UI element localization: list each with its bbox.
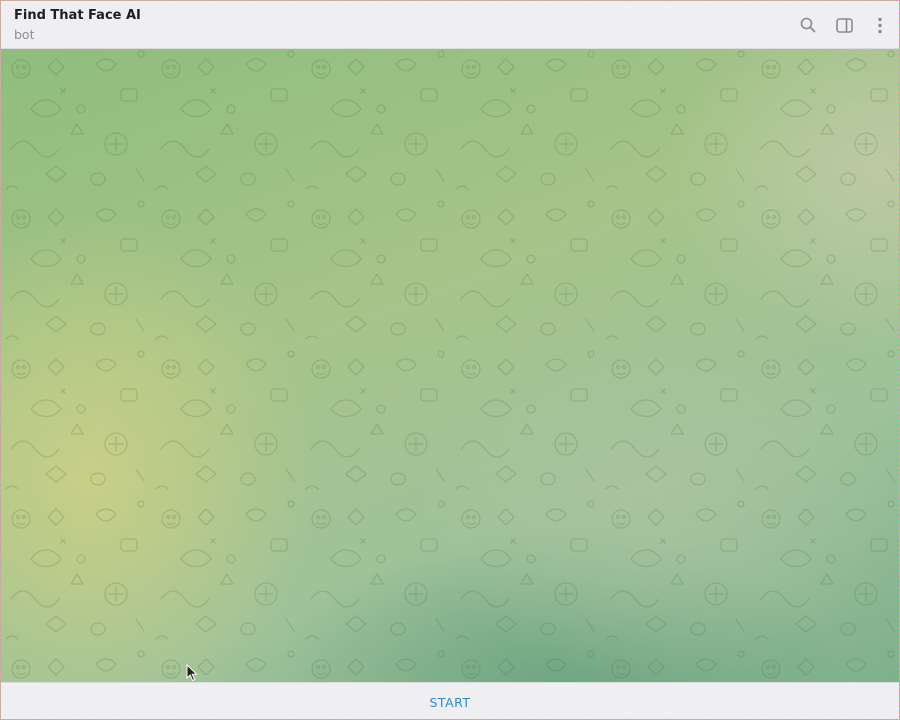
- chat-title[interactable]: Find That Face AI: [14, 8, 141, 23]
- telegram-window: Find That Face AI bot START: [0, 0, 900, 720]
- chat-subtitle: bot: [14, 27, 35, 42]
- more-options-icon[interactable]: [871, 13, 889, 37]
- chat-header[interactable]: Find That Face AI bot: [1, 1, 899, 49]
- bottom-bar: START: [1, 682, 899, 719]
- doodle-pattern: [1, 49, 899, 682]
- mouse-cursor-icon: [186, 664, 198, 682]
- header-actions: [799, 13, 889, 37]
- search-icon[interactable]: [799, 13, 817, 37]
- chat-wallpaper: [1, 49, 899, 682]
- start-button[interactable]: START: [409, 689, 490, 716]
- sidebar-toggle-icon[interactable]: [835, 13, 853, 37]
